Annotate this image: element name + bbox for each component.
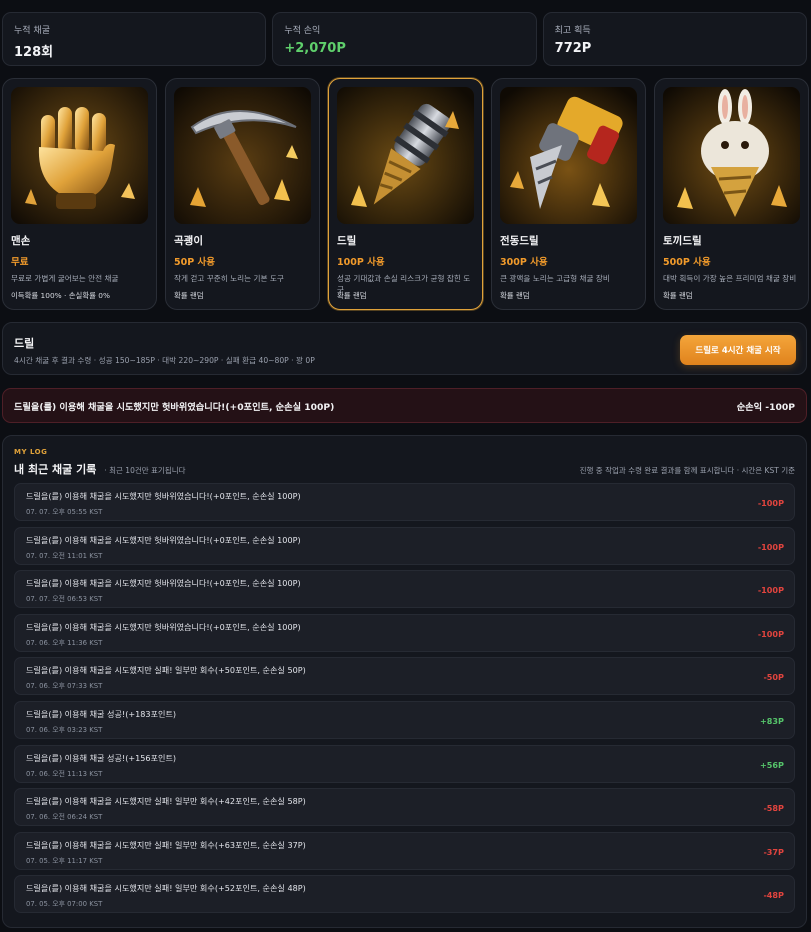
log-message: 드릴을(를) 이용해 채굴을 시도했지만 실패! 일부만 회수(+50포인트, … bbox=[26, 665, 306, 676]
stats-row: 누적 채굴 128회 누적 손익 +2,070P 최고 획득 772P bbox=[2, 12, 807, 66]
log-delta: -48P bbox=[763, 890, 784, 901]
log-list: 드릴을(를) 이용해 채굴을 시도했지만 헛바위였습니다!(+0포인트, 순손실… bbox=[14, 483, 795, 914]
log-subtitle: · 최근 10건만 표기됩니다 bbox=[104, 466, 186, 475]
log-row: 드릴을(를) 이용해 채굴을 시도했지만 실패! 일부만 회수(+42포인트, … bbox=[14, 788, 795, 827]
power-drill-icon bbox=[500, 87, 637, 224]
tool-cost: 50P 사용 bbox=[174, 257, 215, 268]
log-message: 드릴을(를) 이용해 채굴을 시도했지만 실패! 일부만 회수(+42포인트, … bbox=[26, 796, 306, 807]
log-note: 진행 중 작업과 수령 완료 결과를 함께 표시합니다 · 시간은 KST 기준 bbox=[579, 466, 795, 475]
tool-card-pickaxe[interactable]: 곡괭이 50P 사용 작게 걷고 꾸준히 노리는 기본 도구 확률 랜덤 bbox=[165, 78, 320, 310]
tool-note: 확률 랜덤 bbox=[500, 291, 530, 300]
log-message: 드릴을(를) 이용해 채굴을 시도했지만 실패! 일부만 회수(+52포인트, … bbox=[26, 883, 306, 894]
log-tag: MY LOG bbox=[14, 448, 48, 456]
log-time: 07. 07. 오후 05:55 KST bbox=[26, 508, 103, 516]
log-time: 07. 06. 오전 06:24 KST bbox=[26, 813, 103, 822]
log-time: 07. 06. 오후 11:36 KST bbox=[26, 638, 103, 647]
log-delta: -100P bbox=[757, 541, 784, 552]
stat-value: 128회 bbox=[14, 45, 54, 60]
tool-desc: 작게 걷고 꾸준히 노리는 기본 도구 bbox=[174, 274, 284, 283]
tool-desc: 무료로 가볍게 굴어보는 안전 채굴 bbox=[11, 274, 119, 283]
tool-name: 전동드릴 bbox=[500, 235, 539, 247]
log-message: 드릴을(를) 이용해 채굴 성공!(+156포인트) bbox=[26, 752, 177, 763]
log-delta: -100P bbox=[757, 628, 784, 639]
tool-cost: 100P 사용 bbox=[337, 257, 385, 268]
stat-best-gain: 최고 획득 772P bbox=[542, 12, 807, 66]
tool-note: 확률 랜덤 bbox=[663, 291, 693, 300]
tool-name: 곡괭이 bbox=[174, 235, 203, 247]
log-time: 07. 06. 오전 11:13 KST bbox=[26, 769, 103, 778]
log-row: 드릴을(를) 이용해 채굴 성공!(+183포인트) 07. 06. 오후 03… bbox=[14, 700, 795, 739]
log-time: 07. 05. 오후 11:17 KST bbox=[26, 856, 103, 865]
tool-name: 드릴 bbox=[337, 235, 357, 247]
log-header: 내 최근 채굴 기록 · 최근 10건만 표기됩니다 진행 중 작업과 수령 완료… bbox=[14, 461, 795, 477]
start-mining-button[interactable]: 드릴로 4시간 채굴 시작 bbox=[680, 335, 796, 365]
log-row: 드릴을(를) 이용해 채굴을 시도했지만 실패! 일부만 회수(+50포인트, … bbox=[14, 657, 795, 696]
pickaxe-icon bbox=[174, 87, 311, 224]
log-delta: -50P bbox=[763, 672, 784, 683]
log-message: 드릴을(를) 이용해 채굴을 시도했지만 헛바위였습니다!(+0포인트, 순손실… bbox=[26, 534, 301, 545]
log-delta: -100P bbox=[757, 585, 784, 596]
log-delta: +56P bbox=[760, 759, 784, 770]
gold-glove-icon bbox=[11, 87, 148, 224]
tool-name: 토끼드릴 bbox=[663, 235, 702, 247]
log-message: 드릴을(를) 이용해 채굴을 시도했지만 헛바위였습니다!(+0포인트, 순손실… bbox=[26, 491, 301, 501]
log-time: 07. 07. 오전 11:01 KST bbox=[26, 551, 103, 560]
stat-label: 누적 채굴 bbox=[14, 26, 50, 36]
tool-card-power-drill[interactable]: 전동드릴 300P 사용 큰 광맥을 노리는 고급형 채굴 장비 확률 랜덤 bbox=[491, 78, 646, 310]
log-row: 드릴을(를) 이용해 채굴 성공!(+156포인트) 07. 06. 오전 11… bbox=[14, 744, 795, 783]
log-time: 07. 07. 오전 06:53 KST bbox=[26, 595, 103, 604]
tool-desc: 큰 광맥을 노리는 고급형 채굴 장비 bbox=[500, 274, 610, 283]
log-row: 드릴을(를) 이용해 채굴을 시도했지만 실패! 일부만 회수(+63포인트, … bbox=[14, 831, 795, 870]
drill-icon bbox=[337, 87, 474, 224]
result-message: 드릴을(를) 이용해 채굴을 시도했지만 헛바위였습니다!(+0포인트, 순손실… bbox=[14, 401, 335, 413]
tool-name: 맨손 bbox=[11, 235, 31, 247]
tool-cards: 맨손 무료 무료로 가볍게 굴어보는 안전 채굴 이득확률 100% · 손실확… bbox=[2, 78, 809, 310]
tool-cost: 300P 사용 bbox=[500, 257, 548, 268]
log-message: 드릴을(를) 이용해 채굴 성공!(+183포인트) bbox=[26, 708, 177, 719]
log-message: 드릴을(를) 이용해 채굴을 시도했지만 실패! 일부만 회수(+63포인트, … bbox=[26, 839, 306, 850]
stat-value: +2,070P bbox=[284, 41, 346, 56]
tool-cost: 무료 bbox=[11, 257, 29, 268]
log-message: 드릴을(를) 이용해 채굴을 시도했지만 헛바위였습니다!(+0포인트, 순손실… bbox=[26, 621, 301, 632]
log-row: 드릴을(를) 이용해 채굴을 시도했지만 헛바위였습니다!(+0포인트, 순손실… bbox=[14, 570, 795, 609]
log-time: 07. 06. 오후 07:33 KST bbox=[26, 682, 103, 691]
log-title-text: 내 최근 채굴 기록 bbox=[14, 463, 97, 476]
stat-total-profit: 누적 손익 +2,070P bbox=[272, 12, 537, 66]
log-row: 드릴을(를) 이용해 채굴을 시도했지만 실패! 일부만 회수(+52포인트, … bbox=[14, 875, 795, 914]
log-delta: +83P bbox=[760, 715, 784, 726]
tool-card-drill[interactable]: 드릴 100P 사용 성공 기대값과 손실 리스크가 균형 잡힌 도구 확률 랜… bbox=[328, 78, 483, 310]
result-banner: 드릴을(를) 이용해 채굴을 시도했지만 헛바위였습니다!(+0포인트, 순손실… bbox=[2, 388, 807, 423]
log-message: 드릴을(를) 이용해 채굴을 시도했지만 헛바위였습니다!(+0포인트, 순손실… bbox=[26, 578, 301, 589]
selected-tool-panel: 드릴 4시간 채굴 후 결과 수령 · 성공 150~185P · 대박 220… bbox=[2, 322, 807, 375]
log-time: 07. 05. 오후 07:00 KST bbox=[26, 900, 103, 909]
selected-tool-summary: 4시간 채굴 후 결과 수령 · 성공 150~185P · 대박 220~29… bbox=[14, 356, 315, 365]
log-delta: -100P bbox=[757, 498, 784, 508]
stat-label: 누적 손익 bbox=[284, 26, 321, 36]
log-row: 드릴을(를) 이용해 채굴을 시도했지만 헛바위였습니다!(+0포인트, 순손실… bbox=[14, 483, 795, 521]
log-row: 드릴을(를) 이용해 채굴을 시도했지만 헛바위였습니다!(+0포인트, 순손실… bbox=[14, 526, 795, 565]
tool-note: 확률 랜덤 bbox=[174, 291, 204, 300]
stat-label: 최고 획득 bbox=[554, 26, 591, 36]
selected-tool-title: 드릴 bbox=[14, 337, 35, 350]
log-delta: -37P bbox=[763, 846, 784, 857]
tool-note: 확률 랜덤 bbox=[337, 291, 367, 300]
result-net: 순손익 -100P bbox=[736, 401, 795, 413]
log-time: 07. 06. 오후 03:23 KST bbox=[26, 725, 103, 734]
rabbit-drill-icon bbox=[663, 87, 800, 224]
tool-desc: 대박 획득이 가장 높은 프리미엄 채굴 장비 bbox=[663, 274, 797, 283]
tool-card-hand[interactable]: 맨손 무료 무료로 가볍게 굴어보는 안전 채굴 이득확률 100% · 손실확… bbox=[2, 78, 157, 310]
stat-value: 772P bbox=[554, 41, 592, 56]
mining-log-panel: MY LOG 내 최근 채굴 기록 · 최근 10건만 표기됩니다 진행 중 작업… bbox=[2, 435, 807, 928]
tool-cost: 500P 사용 bbox=[663, 257, 711, 268]
stat-total-mining: 누적 채굴 128회 bbox=[2, 12, 267, 66]
log-row: 드릴을(를) 이용해 채굴을 시도했지만 헛바위였습니다!(+0포인트, 순손실… bbox=[14, 613, 795, 652]
log-title: 내 최근 채굴 기록 · 최근 10건만 표기됩니다 bbox=[14, 461, 186, 477]
tool-note: 이득확률 100% · 손실확률 0% bbox=[11, 291, 110, 300]
log-delta: -58P bbox=[763, 803, 784, 814]
tool-card-rabbit-drill[interactable]: 토끼드릴 500P 사용 대박 획득이 가장 높은 프리미엄 채굴 장비 확률 … bbox=[654, 78, 809, 310]
